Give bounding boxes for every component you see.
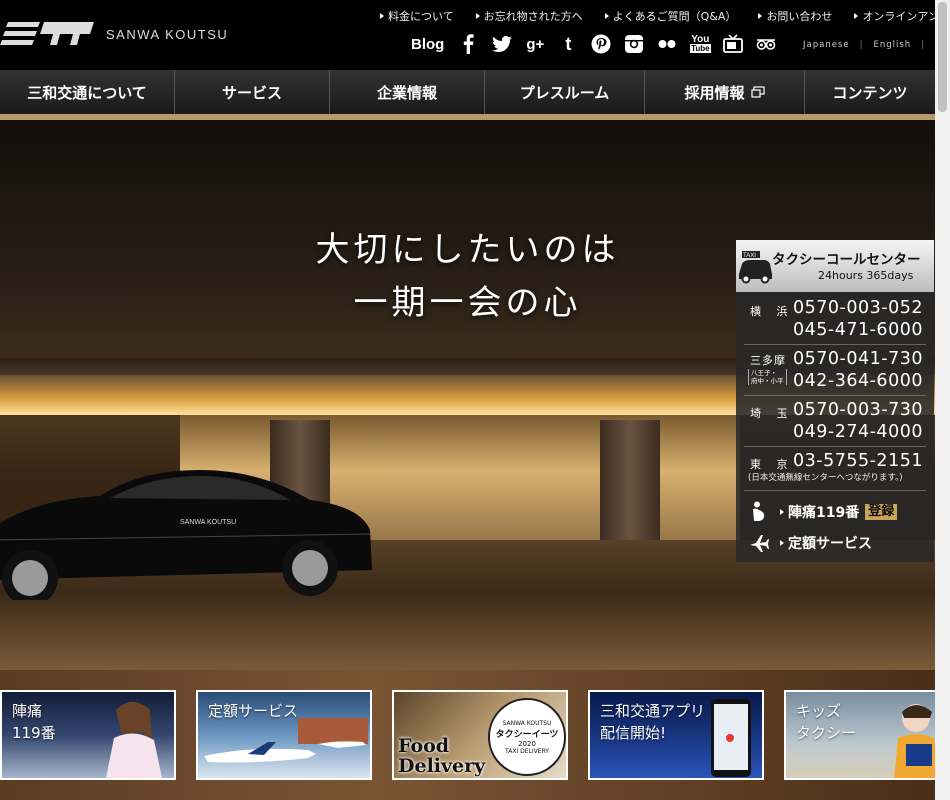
nav-about-label: 三和交通について (27, 83, 147, 102)
area-label: 横 浜 (750, 305, 794, 318)
taxi-roof-label: TAXI (743, 253, 756, 259)
logo-text: SANWA KOUTSU (106, 26, 229, 42)
register-badge[interactable]: 登録 (865, 504, 898, 520)
pregnant-woman-icon (753, 501, 765, 521)
phone-number[interactable]: 0570-003-052 (793, 298, 923, 318)
logo-mark-icon (0, 22, 94, 45)
banner-caption: 三和交通アプリ 配信開始! (600, 702, 706, 742)
lang-separator: | (859, 40, 864, 50)
phone-number[interactable]: 042-364-6000 (793, 371, 923, 391)
divider (744, 446, 926, 447)
banner-caption: キッズ タクシー (796, 702, 857, 742)
flickr-icon[interactable] (656, 33, 678, 55)
banner-jintsu-119[interactable]: 陣痛 119番 (0, 690, 176, 780)
taxi-eats-seal: SANWA KOUTSU タクシーイーツ 2020 TAXI DELIVERY (488, 698, 566, 776)
pinterest-icon[interactable] (590, 33, 612, 55)
call-center-header: TAXI タクシーコールセンター 24hours 365days (736, 240, 934, 292)
external-window-icon (750, 86, 765, 98)
nav-recruit-label: 採用情報 (684, 83, 745, 102)
call-center-hours: 24hours 365days (818, 269, 914, 282)
mother-illustration (106, 702, 162, 778)
airplane-icon (750, 535, 769, 552)
main-nav: 三和交通について サービス 企業情報 プレスルーム 採用情報 コンテンツ (0, 70, 935, 114)
link-contact[interactable]: お問い合わせ (758, 8, 832, 24)
car-door-label: SANWA KOUTSU (180, 519, 236, 526)
nav-company-label: 企業情報 (376, 83, 437, 102)
taxi-car-image: SANWA KOUTSU (0, 470, 372, 600)
facebook-icon[interactable] (458, 33, 480, 55)
area-sublabel: 八王子・ 府中・小平 (748, 369, 787, 385)
nav-recruit[interactable]: 採用情報 (645, 70, 805, 114)
phone-number[interactable]: 045-471-6000 (793, 320, 923, 340)
phone-number[interactable]: 049-274-4000 (793, 422, 923, 442)
lang-english[interactable]: English (873, 40, 911, 50)
page-scrollbar[interactable] (935, 0, 950, 800)
divider (744, 344, 926, 345)
taxi-icon: TAXI (739, 251, 772, 284)
service-fixed-label: 定額サービス (780, 533, 872, 553)
seal-top-text: SANWA KOUTSU (502, 719, 552, 727)
instagram-icon[interactable] (623, 33, 645, 55)
lang-separator: | (921, 40, 926, 50)
link-lost-items[interactable]: お忘れ物された方へ (476, 8, 583, 24)
social-links: Blog g+ t You Tube (411, 33, 788, 55)
area-label: 東 京 (750, 458, 794, 471)
banner-kids-taxi[interactable]: キッズ タクシー (784, 690, 950, 780)
link-faq[interactable]: よくあるご質問（Q&A） (605, 8, 737, 24)
banner-app-release[interactable]: 三和交通アプリ 配信開始! (588, 690, 764, 780)
tv-icon[interactable] (722, 33, 744, 55)
nav-press-label: プレスルーム (519, 83, 610, 102)
divider (744, 395, 926, 396)
banner-fixed-fare[interactable]: 定額サービス (196, 690, 372, 780)
twitter-icon[interactable] (491, 33, 513, 55)
nav-services-label: サービス (221, 83, 282, 102)
banner-caption: 陣痛 119番 (12, 702, 56, 742)
service-jintsu-text: 陣痛119番 (788, 505, 860, 521)
seal-bottom-text: TAXI DELIVERY (505, 747, 549, 755)
phone-number[interactable]: 03-5755-2151 (793, 451, 923, 471)
tumblr-icon[interactable]: t (557, 33, 579, 55)
smartphone-illustration (711, 699, 751, 777)
youtube-icon[interactable]: You Tube (689, 33, 711, 55)
phone-number[interactable]: 0570-003-730 (793, 400, 923, 420)
nav-company[interactable]: 企業情報 (330, 70, 485, 114)
call-center-title: タクシーコールセンター (772, 252, 921, 268)
nav-about[interactable]: 三和交通について (0, 70, 175, 114)
banner-food-delivery[interactable]: Food Delivery SANWA KOUTSU タクシーイーツ 2020 … (392, 690, 568, 780)
hero-pillar (600, 420, 660, 560)
nav-contents[interactable]: コンテンツ (805, 70, 935, 114)
service-fixed-fare[interactable]: 定額サービス (736, 530, 934, 556)
nav-contents-label: コンテンツ (832, 83, 908, 102)
lang-japanese[interactable]: Japanese (803, 40, 850, 50)
phone-number[interactable]: 0570-041-730 (793, 349, 923, 369)
service-jintsu-119[interactable]: 陣痛119番 登録 (736, 499, 934, 525)
service-jintsu-label: 陣痛119番 登録 (780, 502, 898, 522)
banner-caption: Food Delivery (398, 735, 486, 777)
nav-press[interactable]: プレスルーム (485, 70, 645, 114)
airplane-illustration (204, 718, 368, 763)
call-center-panel: TAXI タクシーコールセンター 24hours 365days 横 浜 057… (736, 240, 934, 562)
site-header: SANWA KOUTSU 料金について お忘れ物された方へ よくあるご質問（Q&… (0, 0, 950, 70)
seal-year: 2020 (518, 739, 536, 748)
site-logo[interactable]: SANWA KOUTSU (0, 20, 228, 48)
scrollbar-thumb[interactable] (938, 2, 947, 112)
top-links: 料金について お忘れ物された方へ よくあるご質問（Q&A） お問い合わせ オンラ… (380, 8, 950, 24)
tokyo-note: (日本交通無線センターへつながります。) (748, 473, 903, 483)
language-switcher: Japanese | English | Ch (803, 40, 950, 50)
area-label: 埼 玉 (750, 407, 794, 420)
tripadvisor-icon[interactable] (755, 33, 777, 55)
seal-mid-text: タクシーイーツ (495, 729, 559, 740)
divider (744, 490, 926, 491)
google-plus-icon[interactable]: g+ (524, 33, 546, 55)
blog-link[interactable]: Blog (411, 36, 444, 53)
area-label: 三多摩 (750, 354, 786, 367)
link-fare[interactable]: 料金について (380, 8, 454, 24)
nav-services[interactable]: サービス (175, 70, 330, 114)
